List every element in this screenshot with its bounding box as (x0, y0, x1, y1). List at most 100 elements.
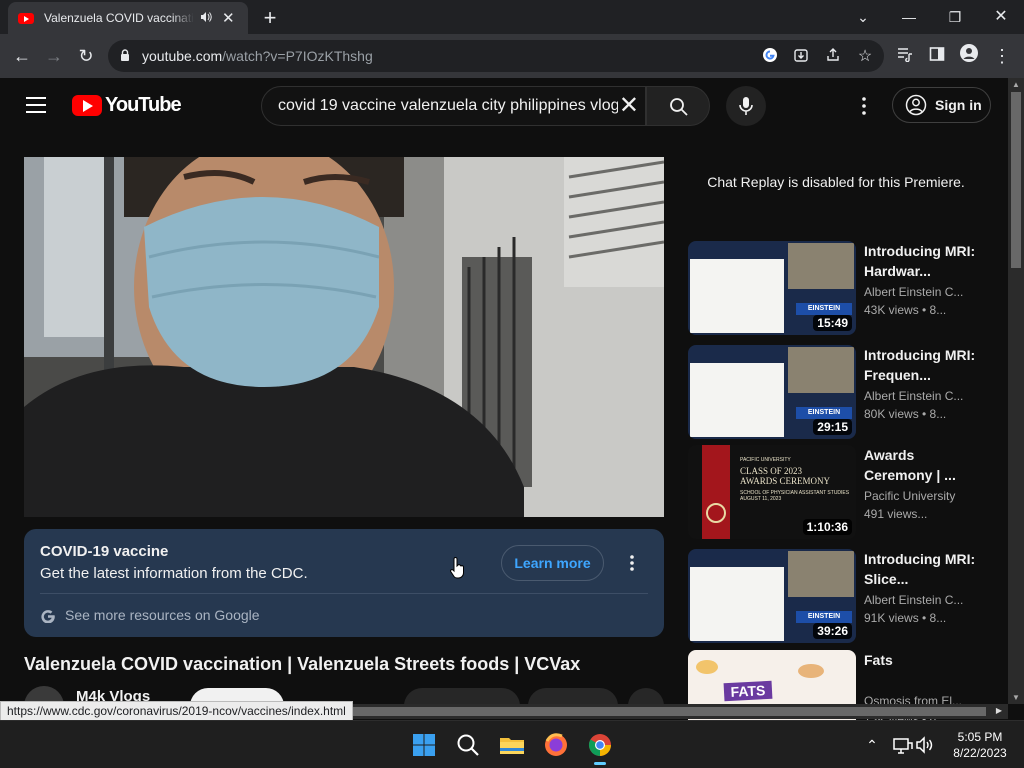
windows-taskbar: ⌃ 5:05 PM 8/22/2023 (0, 720, 1024, 768)
share-button[interactable] (528, 688, 618, 704)
bookmark-star-icon[interactable]: ☆ (855, 47, 875, 67)
tab-close-icon[interactable]: ✕ (222, 9, 235, 27)
volume-icon[interactable] (910, 729, 942, 761)
profile-icon[interactable] (957, 44, 981, 68)
scroll-up-arrow-icon[interactable]: ▲ (1012, 80, 1020, 89)
close-window-button[interactable]: ✕ (978, 4, 1024, 30)
video-duration-badge: 15:49 (813, 315, 852, 331)
more-actions-button[interactable] (628, 688, 664, 704)
voice-search-button[interactable] (726, 86, 766, 126)
recommendation-channel: Pacific University (864, 489, 956, 503)
search-icon (670, 98, 688, 116)
share-icon[interactable] (823, 47, 843, 67)
recommendation-thumbnail[interactable]: EINSTEIN 15:49 (688, 241, 856, 335)
google-g-icon (41, 610, 55, 623)
slide-whiteboard-image (690, 363, 784, 437)
video-player[interactable] (24, 157, 664, 517)
sign-in-label: Sign in (935, 97, 982, 113)
browser-title-bar: Valenzuela COVID vaccination | Valenzuel… (0, 0, 1024, 34)
restore-button[interactable]: ❐ (932, 4, 978, 30)
recommendation-thumbnail[interactable]: EINSTEIN 39:26 (688, 549, 856, 643)
recommendation-title[interactable]: Introducing MRI: Frequen... (864, 345, 976, 385)
recommendation-title[interactable]: Introducing MRI: Slice... (864, 549, 976, 589)
show-hidden-icons-chevron-icon[interactable]: ⌃ (856, 729, 888, 761)
recommendation-title[interactable]: Fats (864, 650, 976, 670)
recommendation-meta: 91K views • 8... (864, 611, 947, 625)
recommendation-thumbnail[interactable]: EINSTEIN 29:15 (688, 345, 856, 439)
learn-more-button[interactable]: Learn more (501, 545, 604, 581)
like-dislike-button[interactable] (404, 688, 520, 704)
sign-in-button[interactable]: Sign in (892, 87, 991, 123)
minimize-button[interactable]: — (886, 4, 932, 30)
search-query-text: covid 19 vaccine valenzuela city philipp… (278, 97, 618, 114)
recommendation-card[interactable]: EINSTEIN 29:15 Introducing MRI: Frequen...… (688, 345, 998, 441)
search-input[interactable]: covid 19 vaccine valenzuela city philipp… (261, 86, 646, 126)
recommendation-title[interactable]: Awards Ceremony | ... (864, 445, 976, 485)
firefox-icon[interactable] (540, 729, 572, 761)
recommendation-card[interactable]: EINSTEIN 15:49 Introducing MRI: Hardwar...… (688, 241, 998, 337)
url-host: youtube.com (142, 48, 223, 64)
tab-title: Valenzuela COVID vaccination | Valenzuel… (44, 11, 194, 25)
lecture-room-image (788, 551, 854, 597)
audio-playing-icon[interactable] (200, 11, 212, 26)
clear-search-icon[interactable]: ✕ (619, 93, 639, 119)
slide-whiteboard-image (690, 567, 784, 641)
food-illustration (798, 664, 824, 678)
taskbar-search-icon[interactable] (452, 729, 484, 761)
covid-info-panel: COVID-19 vaccine Get the latest informat… (24, 529, 664, 637)
chrome-menu-icon[interactable]: ⋮ (990, 44, 1014, 68)
info-panel-more-icon[interactable] (622, 553, 642, 573)
youtube-favicon-icon (18, 12, 34, 24)
back-button[interactable]: ← (10, 44, 34, 68)
new-tab-button[interactable]: + (258, 5, 282, 31)
taskbar-clock[interactable]: 5:05 PM 8/22/2023 (940, 729, 1020, 761)
search-button[interactable] (646, 86, 710, 126)
info-panel-title: COVID-19 vaccine (40, 543, 169, 560)
recommendation-channel: Albert Einstein C... (864, 389, 964, 403)
recommendation-card[interactable]: EINSTEIN 39:26 Introducing MRI: Slice... Al… (688, 549, 998, 645)
address-bar[interactable]: youtube.com/watch?v=P7IOzKThshg ☆ (108, 40, 884, 72)
guide-menu-icon[interactable] (26, 97, 46, 113)
url-text: youtube.com/watch?v=P7IOzKThshg (142, 48, 373, 64)
recommendation-meta: 43K views • 8... (864, 303, 947, 317)
clock-time: 5:05 PM (957, 730, 1003, 744)
browser-tab-active[interactable]: Valenzuela COVID vaccination | Valenzuel… (8, 2, 248, 34)
media-controls-icon[interactable] (893, 44, 917, 68)
reload-button[interactable]: ↻ (74, 44, 98, 68)
food-illustration (696, 660, 718, 674)
account-circle-icon (905, 94, 927, 116)
video-duration-badge: 39:26 (813, 623, 852, 639)
recommendation-card[interactable]: PACIFIC UNIVERSITY CLASS OF 2023 AWARDS CE… (688, 445, 998, 541)
clock-date: 8/22/2023 (953, 746, 1007, 760)
award-ribbon (702, 445, 730, 539)
side-panel-icon[interactable] (925, 44, 949, 68)
info-panel-subtitle: Get the latest information from the CDC. (40, 565, 308, 582)
active-app-indicator (594, 762, 606, 765)
google-lens-icon[interactable] (760, 47, 780, 67)
scroll-down-arrow-icon[interactable]: ▼ (1012, 693, 1020, 702)
tab-search-chevron-icon[interactable]: ⌄ (840, 4, 886, 30)
recommendation-card[interactable]: FATS Fats Osmosis from El... 13K views • 6.… (688, 650, 998, 744)
forward-button[interactable]: → (42, 44, 66, 68)
recommendation-thumbnail[interactable]: PACIFIC UNIVERSITY CLASS OF 2023 AWARDS CE… (688, 445, 856, 539)
settings-more-icon[interactable] (854, 94, 874, 118)
chat-replay-disabled-message: Chat Replay is disabled for this Premier… (707, 174, 965, 190)
info-panel-divider (40, 593, 648, 594)
hand-cursor-icon (450, 557, 464, 579)
video-duration-badge: 1:10:36 (802, 519, 852, 535)
recommendation-title[interactable]: Introducing MRI: Hardwar... (864, 241, 976, 281)
video-title: Valenzuela COVID vaccination | Valenzuel… (24, 654, 581, 674)
recommendation-channel: Albert Einstein C... (864, 593, 964, 607)
scroll-right-arrow-icon[interactable]: ▶ (996, 706, 1002, 715)
scrollbar-thumb[interactable] (1011, 92, 1021, 268)
youtube-logo[interactable]: YouTube (72, 94, 182, 117)
vertical-scrollbar[interactable]: ▲ ▼ (1008, 78, 1024, 704)
fats-label: FATS (723, 680, 773, 702)
award-thumb-text: PACIFIC UNIVERSITY CLASS OF 2023 AWARDS CE… (740, 457, 850, 502)
chrome-icon[interactable] (584, 729, 616, 765)
see-more-resources-link[interactable]: See more resources on Google (65, 607, 260, 623)
file-explorer-icon[interactable] (496, 729, 528, 761)
windows-start-icon[interactable] (408, 729, 440, 761)
install-app-icon[interactable] (791, 47, 811, 67)
slide-whiteboard-image (690, 259, 784, 333)
